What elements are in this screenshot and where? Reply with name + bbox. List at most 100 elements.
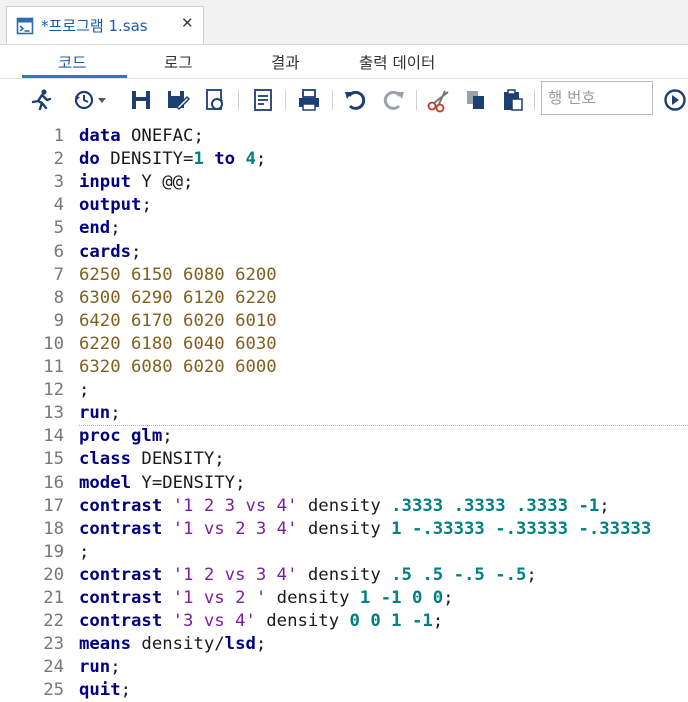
line-number: 13 bbox=[43, 403, 64, 424]
tab-results[interactable]: 결과 bbox=[271, 51, 300, 73]
copy-icon[interactable] bbox=[463, 87, 489, 113]
cut-icon[interactable] bbox=[426, 87, 452, 113]
code-line[interactable]: 16 model Y=DENSITY; bbox=[0, 472, 688, 495]
code-token-id bbox=[402, 611, 412, 631]
line-number: 14 bbox=[43, 426, 64, 447]
code-line[interactable]: 4 output; bbox=[0, 194, 688, 217]
code-line[interactable]: 10 6220 6180 6040 6030 bbox=[0, 333, 688, 356]
code-token-data: 6420 6170 6020 6010 bbox=[79, 310, 277, 331]
tab-log[interactable]: 로그 bbox=[164, 51, 193, 73]
log-icon[interactable] bbox=[250, 87, 276, 113]
paste-icon[interactable] bbox=[500, 87, 526, 113]
save-as-icon[interactable] bbox=[165, 87, 191, 113]
code-token-id bbox=[162, 611, 172, 631]
code-token-num: 0 bbox=[370, 611, 381, 632]
code-token-id: density bbox=[297, 495, 392, 516]
tab-output-data[interactable]: 출력 데이터 bbox=[359, 51, 435, 73]
code-token-id bbox=[402, 519, 412, 539]
code-line[interactable]: 14 proc glm; bbox=[0, 425, 688, 448]
document-tab-strip: *프로그램 1.sas ✕ bbox=[0, 0, 688, 45]
code-editor[interactable]: 1 data ONEFAC; 2 do DENSITY=1 to 4; 3 input Y… bbox=[0, 122, 688, 700]
code-token-id: DENSITY; bbox=[131, 449, 225, 470]
code-token-num: 1 bbox=[391, 611, 402, 632]
code-token-id: ; bbox=[255, 149, 267, 170]
code-line[interactable]: 24 run; bbox=[0, 656, 688, 679]
code-token-kw: output bbox=[79, 195, 142, 216]
code-line[interactable]: 12; bbox=[0, 379, 688, 402]
code-token-str: '1 2 3 vs 4' bbox=[172, 495, 298, 516]
code-text: do DENSITY=1 to 4; bbox=[79, 148, 266, 171]
code-line[interactable]: 1 data ONEFAC; bbox=[0, 125, 688, 148]
code-token-id: ; bbox=[526, 564, 537, 585]
print-icon[interactable] bbox=[296, 87, 322, 113]
editor-toolbar bbox=[0, 80, 688, 120]
code-token-kw: input bbox=[79, 172, 132, 193]
code-line[interactable]: 13 run; bbox=[0, 402, 688, 425]
code-line[interactable]: 2 do DENSITY=1 to 4; bbox=[0, 148, 688, 171]
code-line[interactable]: 21 contrast '1 vs 2 ' density 1 -1 0 0; bbox=[0, 587, 688, 610]
save-icon[interactable] bbox=[128, 87, 154, 113]
line-number: 21 bbox=[43, 588, 64, 608]
code-token-id bbox=[485, 565, 495, 585]
line-number: 8 bbox=[53, 287, 64, 308]
program-tab[interactable]: *프로그램 1.sas ✕ bbox=[6, 6, 204, 44]
code-token-id bbox=[443, 496, 453, 516]
code-token-num: 0 bbox=[432, 588, 444, 608]
code-token-str: '1 2 vs 3 4' bbox=[172, 564, 298, 585]
code-line[interactable]: 5 end; bbox=[0, 217, 688, 240]
code-line[interactable]: 23 means density/lsd; bbox=[0, 633, 688, 656]
code-text: contrast '1 2 vs 3 4' density .5 .5 -.5 … bbox=[79, 564, 537, 587]
code-token-num: 4 bbox=[245, 149, 256, 170]
code-token-id: density bbox=[255, 611, 350, 632]
code-token-id: ; bbox=[79, 380, 90, 401]
code-token-id: Y @@; bbox=[131, 172, 194, 193]
code-token-id: ; bbox=[79, 541, 90, 562]
redo-icon[interactable] bbox=[381, 87, 407, 113]
refresh-icon[interactable] bbox=[202, 87, 228, 113]
code-text: ; bbox=[79, 541, 89, 564]
line-number: 24 bbox=[43, 657, 64, 678]
code-token-id: ; bbox=[141, 195, 152, 216]
code-line[interactable]: 8 6300 6290 6120 6220 bbox=[0, 287, 688, 310]
code-token-num: 0 bbox=[349, 611, 360, 632]
code-line[interactable]: 15 class DENSITY; bbox=[0, 448, 688, 471]
code-text: cards; bbox=[79, 241, 141, 264]
code-token-num: .3333 bbox=[453, 495, 506, 516]
line-number: 11 bbox=[43, 357, 64, 377]
code-token-id bbox=[568, 496, 578, 516]
code-token-kw: end bbox=[79, 218, 111, 239]
code-line[interactable]: 7 6250 6150 6080 6200 bbox=[0, 264, 688, 287]
code-token-id: density bbox=[266, 588, 360, 608]
code-line[interactable]: 22 contrast '3 vs 4' density 0 0 1 -1; bbox=[0, 610, 688, 633]
code-line[interactable]: 18 contrast '1 vs 2 3 4' density 1 -.3333… bbox=[0, 518, 688, 541]
code-token-data: 6250 6150 6080 6200 bbox=[79, 264, 277, 285]
line-number: 23 bbox=[43, 634, 64, 655]
code-line[interactable]: 9 6420 6170 6020 6010 bbox=[0, 310, 688, 333]
code-line[interactable]: 11 6320 6080 6020 6000 bbox=[0, 356, 688, 379]
code-text: output; bbox=[79, 194, 152, 217]
program-tab-title: *프로그램 1.sas bbox=[41, 17, 148, 35]
run-icon[interactable] bbox=[28, 87, 54, 113]
code-token-kw: contrast bbox=[79, 564, 163, 585]
code-text: ; bbox=[79, 379, 89, 402]
toolbar-separator bbox=[332, 90, 333, 110]
code-token-id: ; bbox=[599, 495, 610, 516]
code-line[interactable]: 19; bbox=[0, 541, 688, 564]
close-tab-icon[interactable]: ✕ bbox=[181, 14, 194, 32]
code-token-data: 6320 6080 6020 6000 bbox=[79, 357, 277, 377]
go-icon[interactable] bbox=[662, 87, 688, 113]
code-token-num: -.5 bbox=[453, 564, 485, 585]
code-line[interactable]: 6 cards; bbox=[0, 241, 688, 264]
history-icon[interactable] bbox=[72, 87, 112, 113]
code-token-kw: to bbox=[214, 149, 236, 170]
code-token-kw: do bbox=[79, 149, 100, 170]
line-number: 4 bbox=[53, 195, 64, 216]
tab-code[interactable]: 코드 bbox=[58, 51, 87, 73]
code-token-num: 0 bbox=[411, 588, 423, 608]
code-line[interactable]: 3 input Y @@; bbox=[0, 171, 688, 194]
undo-icon[interactable] bbox=[342, 87, 368, 113]
line-number-input[interactable] bbox=[541, 81, 653, 115]
code-line[interactable]: 20 contrast '1 2 vs 3 4' density .5 .5 -.… bbox=[0, 564, 688, 587]
code-text: 6220 6180 6040 6030 bbox=[79, 333, 277, 356]
code-line[interactable]: 17 contrast '1 2 3 vs 4' density .3333 .3… bbox=[0, 495, 688, 518]
